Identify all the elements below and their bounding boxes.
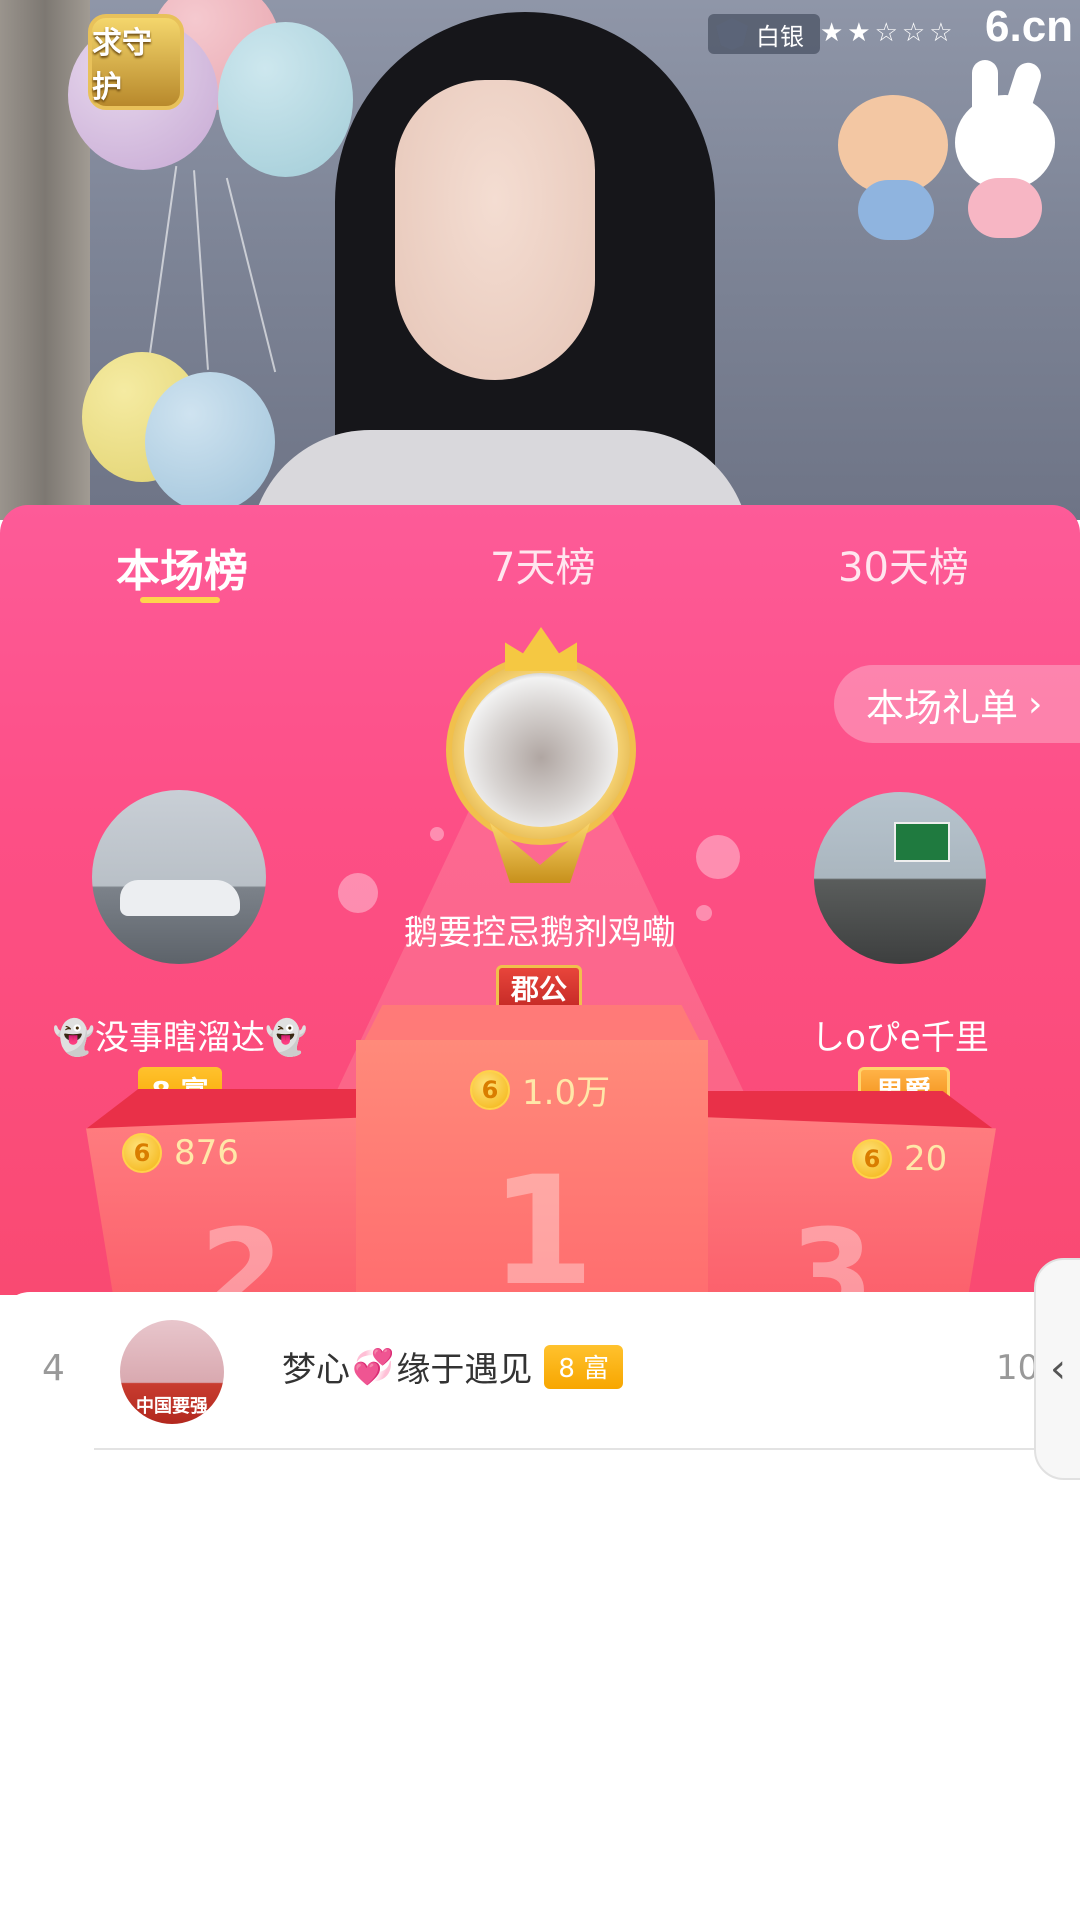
rich-level-badge: 8 富 — [544, 1344, 624, 1389]
chevron-right-icon: › — [1028, 683, 1043, 725]
coin-icon: 6 — [470, 1069, 510, 1110]
balloon-string — [193, 170, 209, 370]
road-sign-image — [894, 822, 950, 862]
list-user-name-part: 梦心 — [282, 1350, 350, 1390]
side-drawer-handle[interactable]: ‹ — [1034, 1258, 1080, 1480]
car-image — [120, 880, 240, 916]
crown-icon — [505, 627, 577, 671]
third-place-name[interactable]: しoぴe千里 — [780, 1010, 1020, 1059]
active-tab-indicator — [140, 597, 220, 603]
balloon-string — [144, 165, 178, 385]
streamer-face — [395, 80, 595, 380]
podium-rank-number: 2 — [200, 1205, 284, 1295]
first-place-title-badge: 郡公 — [496, 965, 582, 1011]
first-place-name[interactable]: 鹅要控忌鹅剂鸡嘞 — [380, 905, 700, 954]
gift-list-label: 本场礼单 — [866, 685, 1019, 730]
tab-7-days[interactable]: 7天榜 — [490, 535, 595, 593]
streamer-level-badge: 白银 — [708, 14, 820, 54]
avatar[interactable]: 中国要强 — [120, 1320, 224, 1424]
divider — [94, 1448, 1080, 1450]
first-place-score-value: 1.0万 — [522, 1073, 611, 1113]
ranking-panel: 本场榜 7天榜 30天榜 本场礼单 › 👻没事瞎溜达👻 8 富 鹅要控忌鹅剂鸡嘞… — [0, 505, 1080, 1295]
site-logo: 6.cn — [985, 2, 1074, 51]
decor-bubble — [338, 873, 378, 913]
list-rank: 4 — [42, 1348, 65, 1389]
live-stream-video[interactable]: 求守护 白银 ★★☆☆☆ 6.cn — [0, 0, 1080, 520]
second-place-score: 6 876 — [122, 1133, 239, 1173]
coin-icon: 6 — [852, 1139, 892, 1179]
balloon — [218, 22, 353, 177]
tab-current-show[interactable]: 本场榜 — [116, 535, 248, 599]
second-place-name[interactable]: 👻没事瞎溜达👻 — [50, 1010, 310, 1059]
gift-list-button[interactable]: 本场礼单 › — [834, 665, 1080, 743]
second-place-score-value: 876 — [174, 1133, 239, 1173]
balloon — [145, 372, 275, 512]
podium-first-top — [362, 1005, 702, 1045]
coin-icon: 6 — [122, 1133, 162, 1173]
decor-bubble — [430, 827, 444, 841]
balloon-string — [225, 177, 277, 373]
podium-rank-number: 3 — [790, 1205, 874, 1295]
level-label: 白银 — [756, 22, 804, 51]
second-place-avatar[interactable] — [92, 790, 266, 964]
bunny-sticker-body — [968, 178, 1042, 238]
avatar-caption: 中国要强 — [136, 1396, 208, 1417]
shield-icon — [716, 18, 748, 50]
list-contribution-value: 10 — [996, 1348, 1040, 1388]
tab-30-days[interactable]: 30天榜 — [838, 535, 969, 593]
list-user-name-part: 缘于遇见 — [396, 1350, 533, 1390]
third-place-score: 6 20 — [852, 1139, 947, 1179]
guard-label: 求守护 — [92, 26, 152, 105]
third-place-avatar[interactable] — [814, 792, 986, 964]
list-user-name[interactable]: 梦心 💞 缘于遇见 8 富 — [282, 1342, 624, 1391]
list-item[interactable]: 4 中国要强 梦心 💞 缘于遇见 8 富 10 — [0, 1292, 1080, 1450]
podium-rank-number: 1 — [490, 1145, 595, 1295]
ranking-list: 4 中国要强 梦心 💞 缘于遇见 8 富 10 — [0, 1292, 1080, 1920]
level-stars: ★★☆☆☆ — [820, 18, 957, 48]
decor-bubble — [696, 835, 740, 879]
guard-shield-button[interactable]: 求守护 — [88, 14, 184, 110]
first-place-score: 6 1.0万 — [470, 1065, 610, 1114]
heart-icon: 💞 — [352, 1346, 395, 1387]
first-place-avatar[interactable] — [464, 673, 618, 827]
bunny-sticker — [955, 95, 1055, 190]
bear-sticker-body — [858, 180, 934, 240]
chevron-left-icon: ‹ — [1050, 1346, 1066, 1392]
third-place-score-value: 20 — [904, 1139, 948, 1179]
